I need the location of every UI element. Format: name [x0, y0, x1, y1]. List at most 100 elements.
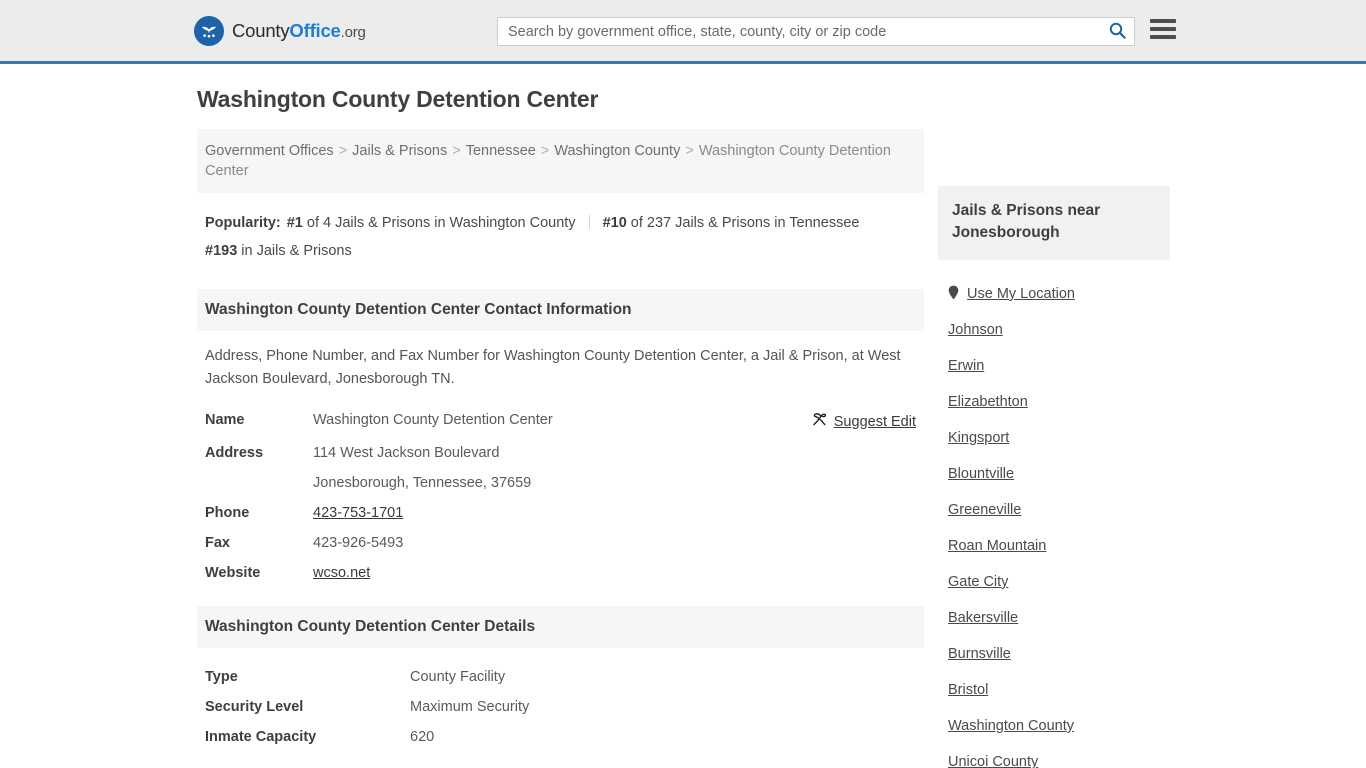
suggest-edit-label: Suggest Edit — [833, 413, 916, 430]
sidebar-link[interactable]: Blountville — [948, 466, 1014, 482]
breadcrumb-separator: > — [540, 143, 550, 159]
row-key-blank — [197, 468, 305, 498]
use-my-location-link[interactable]: Use My Location — [967, 286, 1075, 302]
search-input[interactable] — [498, 23, 1100, 40]
row-key-security-level: Security Level — [205, 699, 304, 715]
sidebar-link[interactable]: Greeneville — [948, 502, 1021, 518]
sidebar-link[interactable]: Elizabethton — [948, 394, 1028, 410]
edit-pencil-icon — [812, 412, 827, 431]
sidebar-link[interactable]: Bakersville — [948, 610, 1018, 626]
sidebar-item-bristol[interactable]: Bristol — [948, 672, 1170, 708]
row-key-fax: Fax — [205, 535, 230, 551]
breadcrumb-item-government-offices[interactable]: Government Offices — [205, 143, 334, 159]
table-row: Jonesborough, Tennessee, 37659 — [197, 468, 924, 498]
table-row: Inmate Capacity 620 — [197, 722, 924, 752]
row-value-inmate-capacity: 620 — [410, 729, 435, 745]
row-value-type: County Facility — [410, 669, 506, 685]
breadcrumb-separator: > — [452, 143, 461, 159]
contact-info-table: Name Washington County Detention Center … — [197, 405, 924, 588]
row-key-address: Address — [205, 445, 264, 461]
sidebar-item-washington-county[interactable]: Washington County — [948, 708, 1170, 744]
row-spacer — [774, 528, 924, 558]
popularity-divider — [588, 215, 590, 229]
sidebar-link[interactable]: Burnsville — [948, 646, 1011, 662]
sidebar-link-list: Use My Location Johnson Erwin Elizabetht… — [938, 260, 1170, 768]
sidebar-item-burnsville[interactable]: Burnsville — [948, 636, 1170, 672]
row-value-phone-cell: 423-753-1701 — [305, 498, 774, 528]
sidebar-item-johnson[interactable]: Johnson — [948, 312, 1170, 348]
brand-part-org: .org — [340, 23, 366, 41]
popularity-label: Popularity: — [205, 215, 281, 231]
row-key-type: Type — [205, 669, 238, 685]
hamburger-menu-icon[interactable] — [1150, 19, 1176, 39]
phone-link[interactable]: 423-753-1701 — [313, 505, 403, 521]
sidebar-item-elizabethton[interactable]: Elizabethton — [948, 384, 1170, 420]
sidebar-item-kingsport[interactable]: Kingsport — [948, 420, 1170, 456]
row-key-phone: Phone — [205, 505, 250, 521]
popularity-rank-national: #193 — [205, 243, 238, 259]
details-table: Type County Facility Security Level Maxi… — [197, 662, 924, 752]
popularity-row: Popularity: #1 of 4 Jails & Prisons in Wa… — [197, 193, 924, 271]
site-header: CountyOffice.org — [0, 0, 1366, 64]
sidebar-link[interactable]: Erwin — [948, 358, 984, 374]
popularity-text-national: in Jails & Prisons — [241, 243, 352, 259]
row-value-security-level: Maximum Security — [410, 699, 530, 715]
row-value-address-line1: 114 West Jackson Boulevard — [313, 445, 500, 461]
sidebar-item-gate-city[interactable]: Gate City — [948, 564, 1170, 600]
contact-section-heading: Washington County Detention Center Conta… — [197, 289, 924, 331]
breadcrumb-item-washington-county[interactable]: Washington County — [554, 143, 680, 159]
popularity-text-county: of 4 Jails & Prisons in Washington Count… — [306, 215, 576, 231]
sidebar-item-roan-mountain[interactable]: Roan Mountain — [948, 528, 1170, 564]
website-link[interactable]: wcso.net — [313, 565, 370, 581]
sidebar-link[interactable]: Washington County — [948, 718, 1074, 734]
sidebar-item-bakersville[interactable]: Bakersville — [948, 600, 1170, 636]
table-row: Address 114 West Jackson Boulevard — [197, 438, 924, 468]
sidebar-item-unicoi-county[interactable]: Unicoi County — [948, 744, 1170, 768]
popularity-rank-county: #1 — [286, 215, 303, 231]
suggest-edit-button[interactable]: Suggest Edit — [812, 412, 916, 431]
row-key-inmate-capacity: Inmate Capacity — [205, 729, 317, 745]
brand-part-office: Office — [289, 19, 341, 41]
popularity-text-state: of 237 Jails & Prisons in Tennessee — [630, 215, 860, 231]
hamburger-bar — [1150, 27, 1176, 31]
sidebar-link[interactable]: Kingsport — [948, 430, 1009, 446]
table-row: Phone 423-753-1701 — [197, 498, 924, 528]
breadcrumb-item-tennessee[interactable]: Tennessee — [466, 143, 536, 159]
sidebar-item-erwin[interactable]: Erwin — [948, 348, 1170, 384]
row-key-website: Website — [205, 565, 261, 581]
row-value-website-cell: wcso.net — [305, 558, 774, 588]
sidebar-link[interactable]: Unicoi County — [948, 754, 1038, 768]
page-title: Washington County Detention Center — [197, 86, 599, 112]
breadcrumb-item-jails-prisons[interactable]: Jails & Prisons — [352, 143, 447, 159]
popularity-rank-state: #10 — [602, 215, 627, 231]
suggest-edit-cell: Suggest Edit — [774, 405, 924, 438]
search-icon — [1109, 22, 1126, 42]
sidebar-heading: Jails & Prisons near Jonesborough — [938, 186, 1170, 260]
search-bar — [497, 17, 1135, 46]
hamburger-bar — [1150, 19, 1176, 23]
breadcrumb-separator: > — [685, 143, 694, 159]
sidebar-link[interactable]: Bristol — [948, 682, 988, 698]
table-row: Website wcso.net — [197, 558, 924, 588]
hamburger-bar — [1150, 35, 1176, 39]
table-row: Type County Facility — [197, 662, 924, 692]
sidebar-link[interactable]: Johnson — [948, 322, 1003, 338]
eagle-logo-icon — [194, 15, 224, 46]
sidebar-item-greeneville[interactable]: Greeneville — [948, 492, 1170, 528]
row-spacer — [774, 558, 924, 588]
contact-section-description: Address, Phone Number, and Fax Number fo… — [205, 348, 901, 387]
details-section-heading: Washington County Detention Center Detai… — [197, 606, 924, 648]
breadcrumb: Government Offices > Jails & Prisons > Tenne… — [197, 129, 924, 193]
sidebar-item-use-my-location[interactable]: Use My Location — [948, 276, 1170, 312]
row-value-name: Washington County Detention Center — [313, 412, 553, 428]
search-button[interactable] — [1100, 18, 1134, 45]
row-spacer — [774, 438, 924, 468]
sidebar-link[interactable]: Roan Mountain — [948, 538, 1046, 554]
sidebar-item-blountville[interactable]: Blountville — [948, 456, 1170, 492]
breadcrumb-separator: > — [338, 143, 348, 159]
row-key-name: Name — [205, 412, 245, 428]
map-pin-icon — [948, 285, 959, 304]
sidebar-link[interactable]: Gate City — [948, 574, 1008, 590]
site-logo-link[interactable]: CountyOffice.org — [194, 15, 366, 46]
table-row: Name Washington County Detention Center … — [197, 405, 924, 438]
